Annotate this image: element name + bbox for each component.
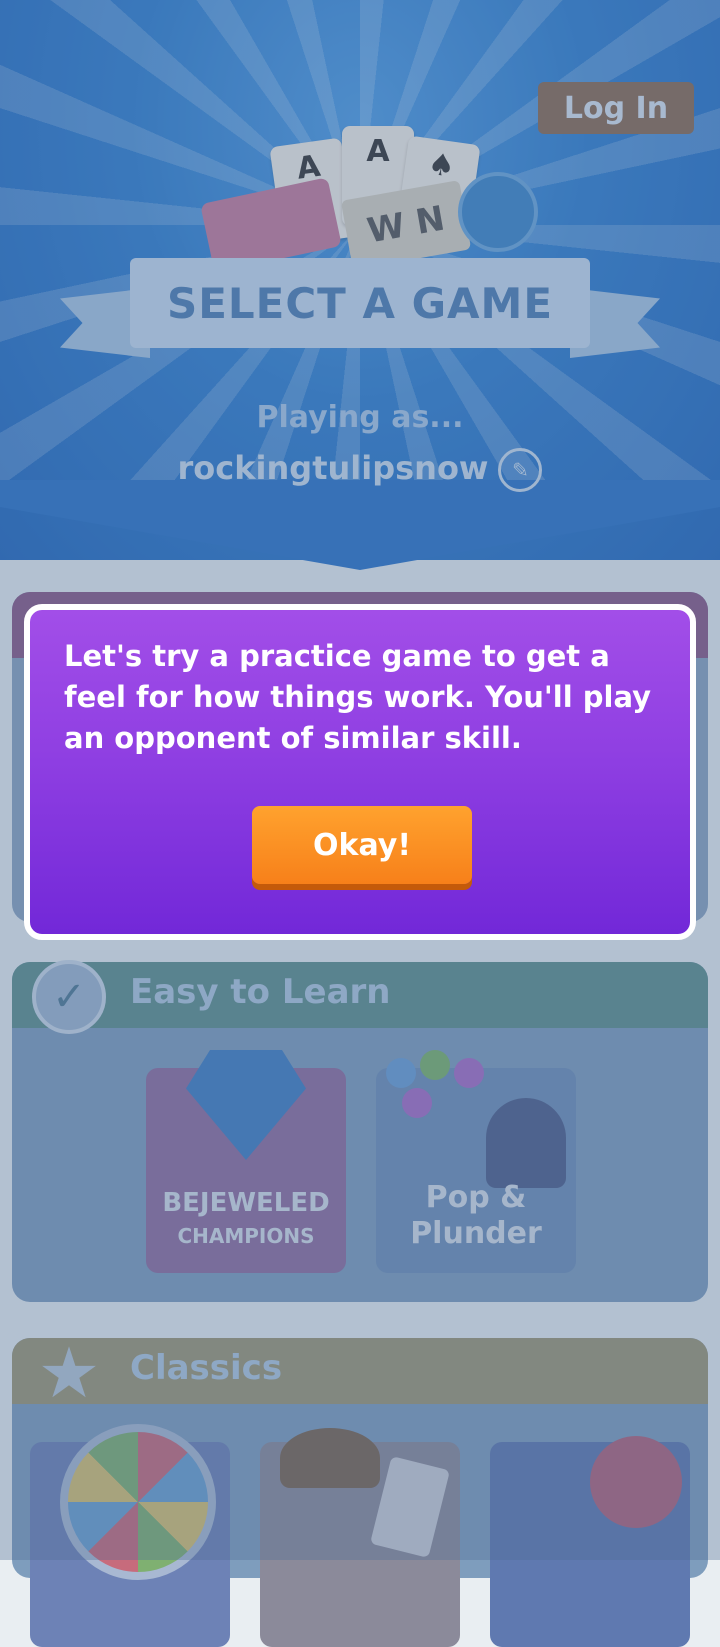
okay-button[interactable]: Okay! — [252, 806, 472, 884]
dialog-message: Let's try a practice game to get a feel … — [64, 639, 652, 755]
practice-game-dialog: Let's try a practice game to get a feel … — [24, 604, 696, 940]
